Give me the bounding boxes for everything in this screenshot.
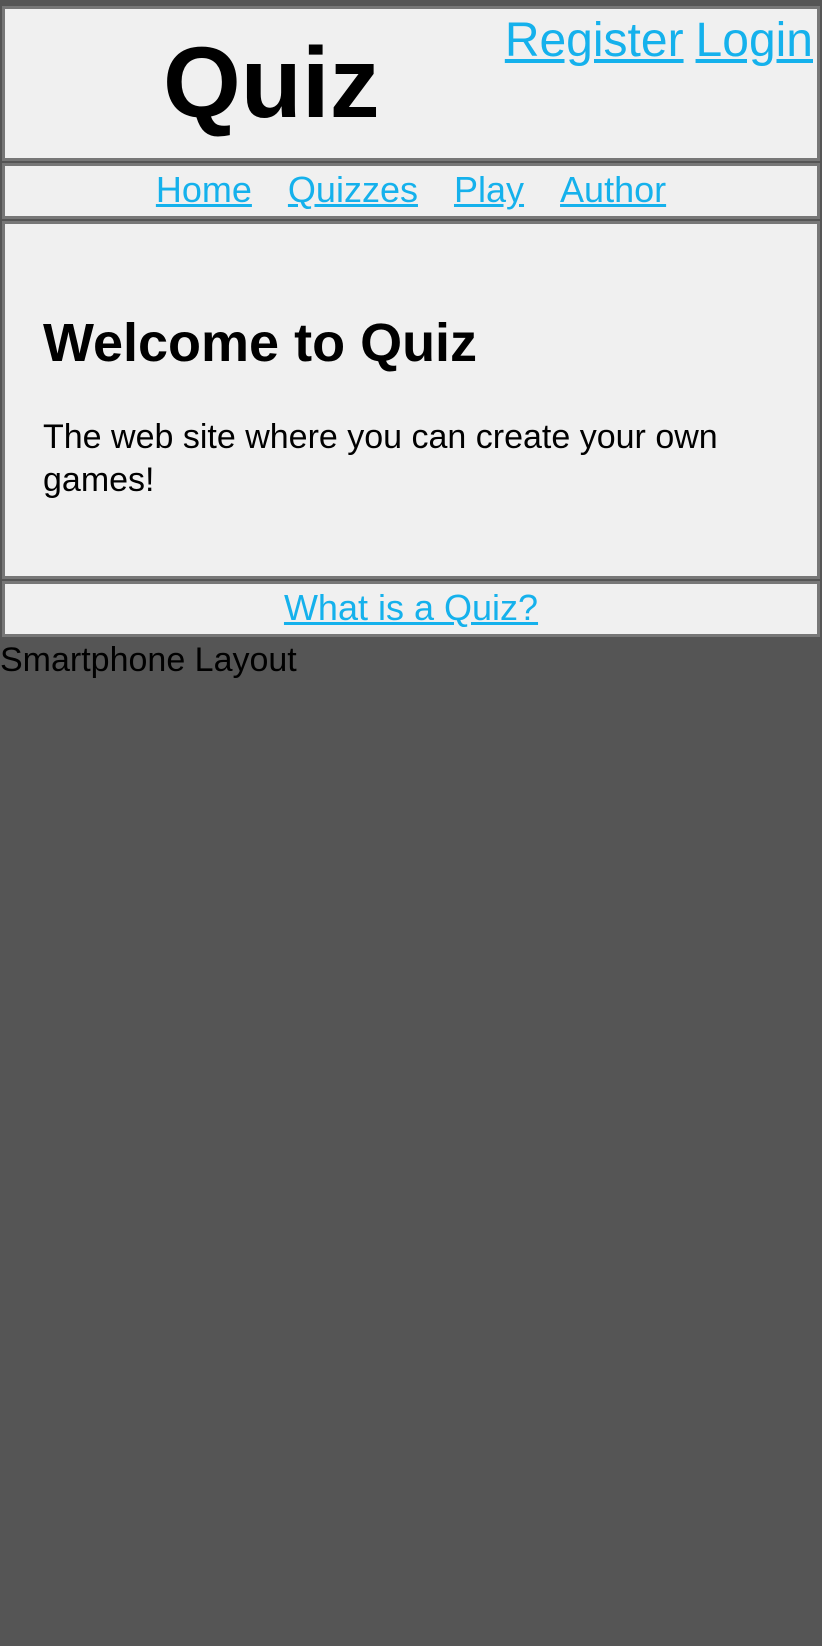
what-is-quiz-link[interactable]: What is a Quiz? (284, 587, 538, 628)
auth-links: Register Login (505, 14, 813, 68)
login-link[interactable]: Login (696, 14, 813, 67)
welcome-tagline: The web site where you can create your o… (43, 418, 718, 499)
nav-item-home[interactable]: Home (156, 169, 252, 210)
nav-item-play[interactable]: Play (454, 169, 524, 210)
site-footer: What is a Quiz? (2, 581, 820, 637)
site-header: Quiz Register Login (2, 6, 820, 161)
nav-item-author[interactable]: Author (560, 169, 666, 210)
layout-label: Smartphone Layout (0, 641, 297, 679)
register-link[interactable]: Register (505, 14, 684, 67)
nav-item-quizzes[interactable]: Quizzes (288, 169, 418, 210)
main-content: Welcome to Quiz The web site where you c… (2, 221, 820, 579)
main-nav: Home Quizzes Play Author (2, 163, 820, 219)
site-title: Quiz (163, 27, 380, 139)
welcome-heading: Welcome to Quiz (43, 313, 478, 373)
